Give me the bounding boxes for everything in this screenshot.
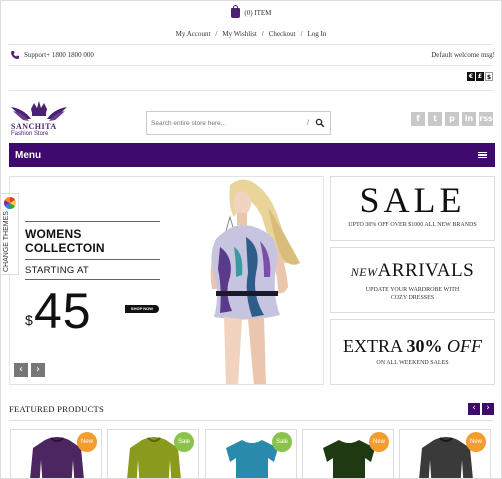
price-currency: $	[25, 312, 33, 328]
extra-off-text: ON ALL WEEKEND SALES	[376, 360, 449, 366]
hero-slider: WOMENS COLLECTOIN STARTING AT $ 45 SHOP …	[9, 176, 324, 385]
sale-badge: Sale	[174, 432, 194, 452]
phone-icon	[11, 51, 19, 60]
separator: /	[261, 30, 264, 38]
slide-subheading: STARTING AT	[25, 265, 90, 276]
extra-percent: 30%	[406, 336, 443, 356]
change-themes-label: CHANGE THEMES	[3, 211, 10, 272]
change-themes-tab[interactable]: CHANGE THEMES	[1, 193, 19, 275]
new-arrivals-banner[interactable]: NEWARRIVALS UPDATE YOUR WARDROBE WITH CO…	[330, 247, 495, 313]
slider-next-button[interactable]: ›	[31, 363, 45, 377]
slider-prev-button[interactable]: ‹	[14, 363, 28, 377]
cart-summary[interactable]: (0) ITEM	[1, 5, 501, 18]
search-divider: /	[307, 119, 309, 127]
my-account-link[interactable]: My Account	[176, 30, 211, 38]
new-badge: New	[77, 432, 97, 452]
new-arrivals-title: NEWARRIVALS	[331, 260, 494, 283]
social-links: f t p in rss	[411, 112, 493, 126]
currency-switcher: € £ $	[467, 72, 493, 81]
arrivals-word: ARRIVALS	[377, 260, 475, 281]
pinterest-icon[interactable]: p	[445, 112, 459, 126]
my-wishlist-link[interactable]: My Wishlist	[222, 30, 256, 38]
separator: /	[215, 30, 218, 38]
extra-word: EXTRA	[342, 336, 402, 356]
twitter-icon[interactable]: t	[428, 112, 442, 126]
search-input[interactable]	[147, 112, 308, 134]
new-badge: New	[369, 432, 389, 452]
sale-badge: Sale	[272, 432, 292, 452]
checkout-link[interactable]: Checkout	[269, 30, 296, 38]
currency-euro-button[interactable]: €	[467, 72, 475, 81]
separator: /	[300, 30, 303, 38]
new-arrivals-line2: COZY DRESSES	[390, 295, 435, 301]
divider	[9, 90, 493, 91]
support-phone-text: Support+ 1800 1800 000	[24, 51, 94, 59]
sale-banner[interactable]: SALE UPTO 30% OFF OVER $1000 ALL NEW BRA…	[330, 176, 495, 241]
support-info: Support+ 1800 1800 000	[10, 50, 94, 60]
shopping-bag-icon	[230, 5, 240, 18]
extra-off-banner[interactable]: EXTRA 30% OFF ON ALL WEEKEND SALES	[330, 319, 495, 385]
product-card[interactable]: New	[399, 429, 491, 478]
extra-off-title: EXTRA 30% OFF	[331, 336, 494, 356]
logo-name: SANCHITA	[11, 122, 57, 131]
page-frame: (0) ITEM My Account / My Wishlist / Checkout…	[0, 0, 502, 479]
rss-icon[interactable]: rss	[479, 112, 493, 126]
main-menu-bar[interactable]: Menu	[9, 143, 495, 167]
product-card[interactable]: Sale	[107, 429, 199, 478]
logo-tagline: Fashion Store	[11, 131, 49, 137]
currency-pound-button[interactable]: £	[476, 72, 484, 81]
extra-off-word: OFF	[447, 336, 482, 356]
featured-products-title: FEATURED PRODUCTS	[9, 404, 105, 414]
model-photo	[210, 179, 300, 384]
new-arrivals-line1: UPDATE YOUR WARDROBE WITH	[365, 287, 460, 293]
slide-heading: WOMENS COLLECTOIN	[25, 227, 105, 255]
slide-caption: WOMENS COLLECTOIN STARTING AT $ 45 SHOP …	[25, 221, 160, 339]
account-links: My Account / My Wishlist / Checkout / Log In	[1, 30, 501, 38]
currency-dollar-button[interactable]: $	[485, 72, 493, 81]
price-value: 45	[34, 283, 92, 339]
linkedin-icon[interactable]: in	[462, 112, 476, 126]
divider	[25, 279, 160, 280]
search-box: /	[146, 111, 331, 135]
featured-next-button[interactable]: ›	[482, 403, 494, 415]
new-badge: New	[466, 432, 486, 452]
facebook-icon[interactable]: f	[411, 112, 425, 126]
shop-now-button[interactable]: SHOP NOW	[125, 305, 159, 313]
cart-count-text: (0) ITEM	[244, 9, 272, 17]
welcome-message: Default welcome msg!	[431, 51, 495, 59]
divider	[9, 420, 493, 421]
product-card[interactable]: New	[10, 429, 102, 478]
sale-title: SALE	[359, 180, 466, 220]
product-card[interactable]: Sale	[205, 429, 297, 478]
color-wheel-icon	[4, 197, 16, 209]
divider	[9, 44, 493, 45]
search-icon[interactable]	[315, 118, 325, 128]
featured-prev-button[interactable]: ‹	[468, 403, 480, 415]
log-in-link[interactable]: Log In	[308, 30, 327, 38]
hamburger-icon[interactable]	[478, 151, 487, 159]
divider	[9, 65, 493, 66]
new-arrivals-em: NEW	[350, 265, 378, 279]
product-card[interactable]: New	[302, 429, 394, 478]
sale-text: UPTO 30% OFF OVER $1000 ALL NEW BRANDS	[348, 222, 477, 228]
menu-label: Menu	[15, 149, 42, 161]
